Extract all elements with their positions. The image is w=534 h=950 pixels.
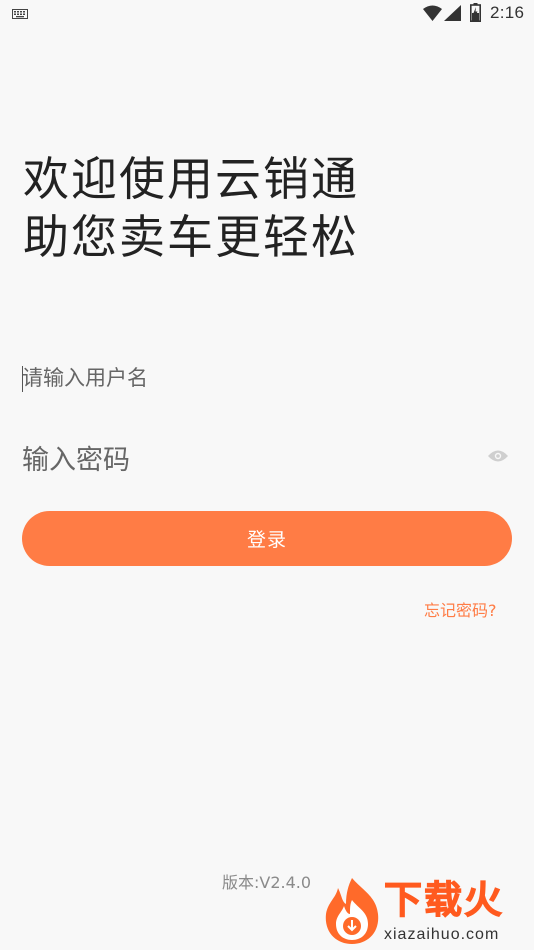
- headline-line-2: 助您卖车更轻松: [23, 210, 359, 264]
- login-screen: 2:16 欢迎使用云销通 助您卖车更轻松 登录 忘记密码? 版本:V2.4.0 …: [0, 0, 534, 950]
- status-bar: 2:16: [0, 0, 534, 28]
- text-caret: [22, 366, 23, 392]
- forgot-password-link[interactable]: 忘记密码?: [424, 597, 497, 621]
- login-button[interactable]: 登录: [22, 511, 512, 566]
- username-input[interactable]: [22, 362, 512, 394]
- flame-icon: [325, 878, 379, 944]
- eye-icon[interactable]: [488, 449, 508, 463]
- password-input[interactable]: [22, 440, 472, 480]
- version-label: 版本:V2.4.0: [222, 873, 312, 892]
- watermark-brand: 下载火: [383, 878, 505, 923]
- watermark-domain: xiazaihuo.com: [384, 926, 500, 943]
- signal-icon: [444, 5, 461, 21]
- watermark-logo: 下载火 xiazaihuo.com: [318, 876, 530, 948]
- status-clock: 2:16: [490, 3, 525, 22]
- wifi-icon: [423, 5, 442, 21]
- keyboard-icon: [12, 9, 28, 19]
- battery-icon: [470, 3, 481, 22]
- welcome-headline: 欢迎使用云销通 助您卖车更轻松: [23, 150, 359, 266]
- headline-line-1: 欢迎使用云销通: [23, 152, 359, 206]
